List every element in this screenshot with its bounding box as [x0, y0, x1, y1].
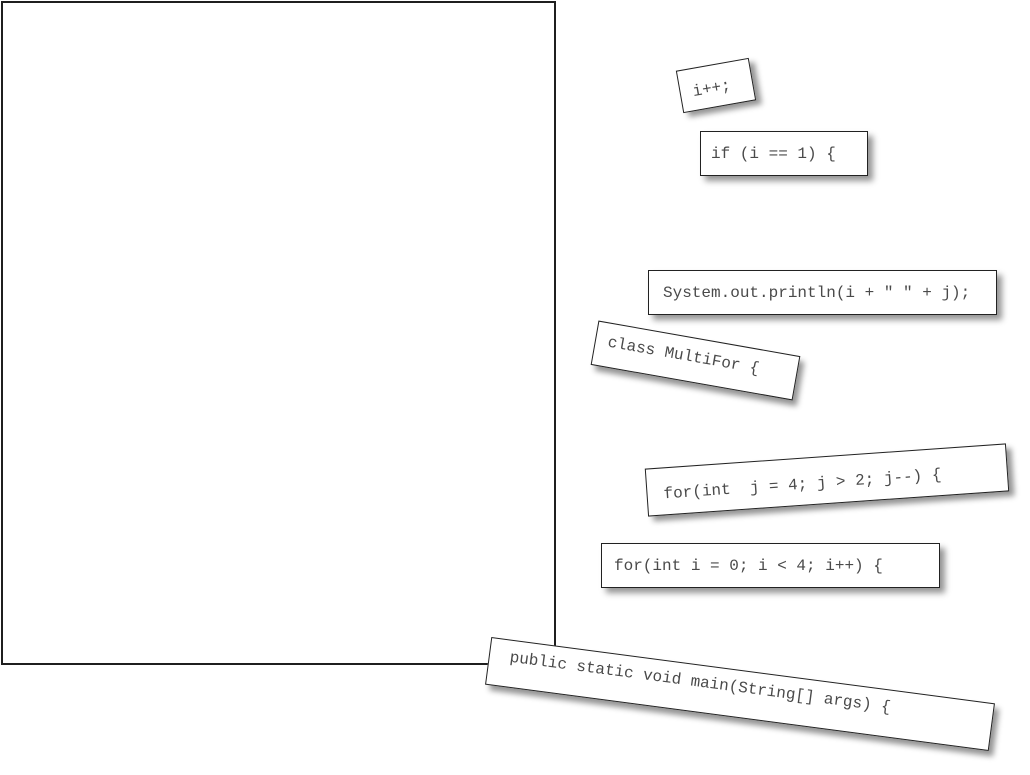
code-magnet-text: for(int j = 4; j > 2; j--) { — [662, 466, 943, 504]
code-magnet-text: for(int i = 0; i < 4; i++) { — [614, 556, 883, 575]
answer-area[interactable] — [1, 1, 556, 665]
code-magnet-text: if (i == 1) { — [711, 144, 836, 163]
code-magnet-for-i-loop[interactable]: for(int i = 0; i < 4; i++) { — [601, 543, 940, 588]
code-magnet-main-method[interactable]: public static void main(String[] args) { — [485, 637, 995, 751]
code-magnet-text: public static void main(String[] args) { — [508, 648, 892, 717]
code-magnet-class-declaration[interactable]: class MultiFor { — [590, 320, 801, 401]
code-magnet-text: i++; — [691, 76, 733, 101]
code-magnet-for-j-loop[interactable]: for(int j = 4; j > 2; j--) { — [644, 443, 1010, 517]
code-magnet-println[interactable]: System.out.println(i + " " + j); — [648, 270, 997, 315]
code-magnet-if-statement[interactable]: if (i == 1) { — [700, 131, 868, 176]
code-magnet-text: System.out.println(i + " " + j); — [663, 283, 971, 302]
code-magnet-i-increment[interactable]: i++; — [675, 57, 757, 114]
code-magnet-text: class MultiFor { — [606, 333, 761, 378]
